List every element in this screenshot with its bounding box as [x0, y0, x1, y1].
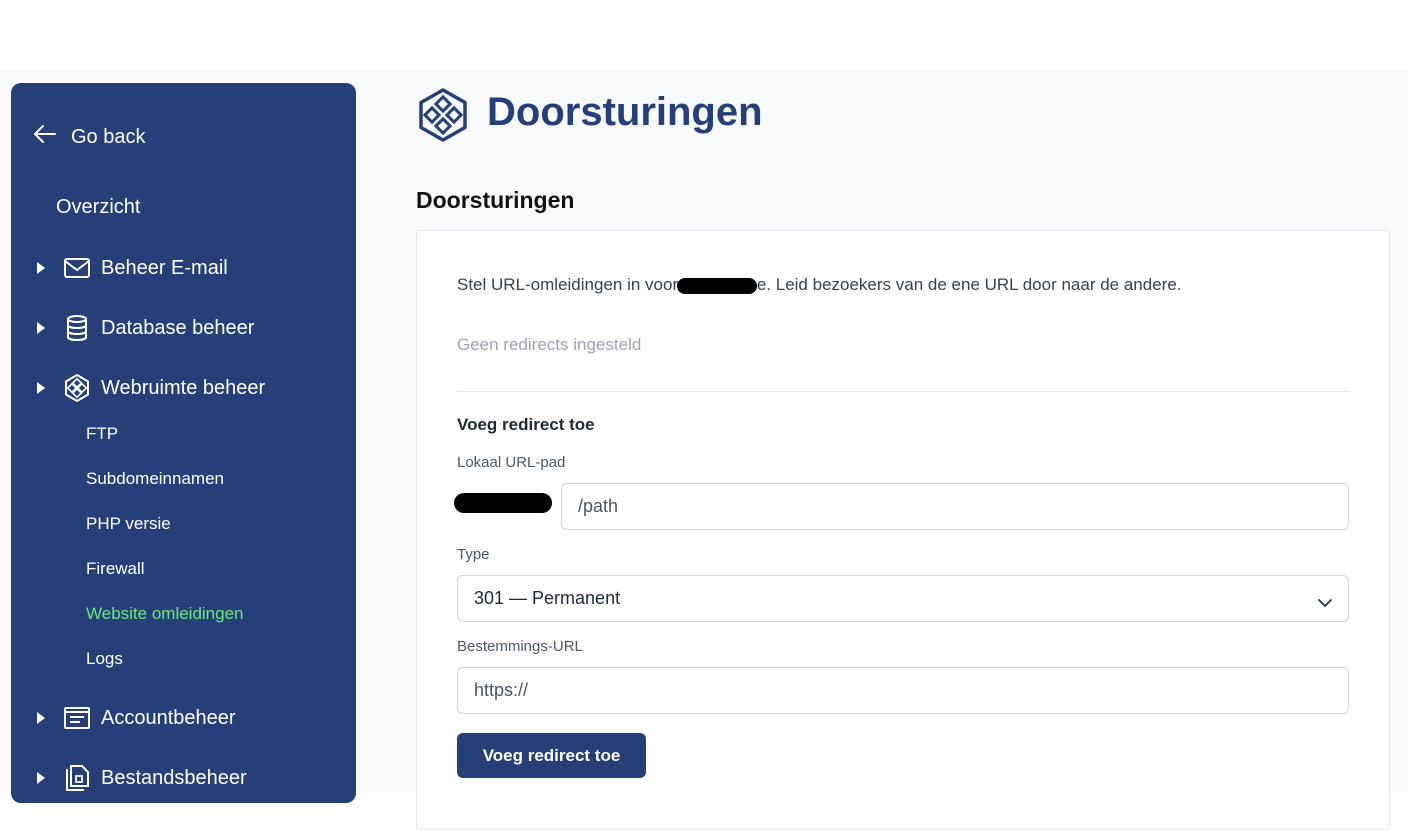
local-path-placeholder: /path: [578, 496, 619, 516]
sidebar-group-account[interactable]: Accountbeheer: [37, 703, 236, 733]
arrow-left-icon: [33, 124, 71, 150]
sidebar-group-webspace[interactable]: Webruimte beheer: [37, 373, 265, 403]
destination-url-input[interactable]: https://: [457, 667, 1349, 714]
sidebar-item-subdomeinnamen[interactable]: Subdomeinnamen: [86, 469, 224, 489]
chevron-down-icon: [1318, 592, 1332, 613]
mail-icon: [63, 254, 91, 282]
add-redirect-button[interactable]: Voeg redirect toe: [457, 733, 646, 778]
form-title: Voeg redirect toe: [457, 415, 595, 434]
caret-right-icon: [37, 322, 47, 334]
redacted-domain-prefix: [454, 493, 552, 513]
section-title: Doorsturingen: [416, 187, 575, 213]
sidebar-item-overzicht[interactable]: Overzicht: [56, 196, 140, 219]
destination-url-label: Bestemmings-URL: [457, 638, 583, 655]
files-icon: [63, 764, 91, 792]
caret-right-icon: [37, 772, 47, 784]
go-back-label: Go back: [71, 125, 146, 148]
sidebar-group-database[interactable]: Database beheer: [37, 313, 254, 343]
sidebar-item-ftp[interactable]: FTP: [86, 424, 118, 444]
sidebar-item-php-versie[interactable]: PHP versie: [86, 514, 171, 534]
sidebar-group-label: Beheer E-mail: [101, 256, 228, 279]
sidebar-group-label: Webruimte beheer: [101, 376, 266, 399]
sidebar-item-firewall[interactable]: Firewall: [86, 559, 145, 579]
redirect-type-select[interactable]: 301 — Permanent: [457, 575, 1349, 622]
type-label: Type: [457, 546, 490, 563]
database-icon: [63, 314, 91, 342]
sidebar-group-label: Bestandsbeheer: [101, 766, 247, 789]
sidebar-group-files[interactable]: Bestandsbeheer: [37, 763, 247, 793]
redirect-type-value: 301 — Permanent: [474, 588, 621, 608]
caret-right-icon: [37, 712, 47, 724]
intro-text-start: Stel URL-omleidingen in voor: [457, 275, 683, 294]
local-path-label: Lokaal URL-pad: [457, 454, 566, 471]
empty-state-text: Geen redirects ingesteld: [457, 335, 642, 354]
divider: [457, 391, 1350, 392]
sidebar-group-email[interactable]: Beheer E-mail: [37, 253, 228, 283]
sidebar-group-label: Database beheer: [101, 316, 255, 339]
sidebar-item-logs[interactable]: Logs: [86, 649, 123, 669]
caret-right-icon: [37, 382, 47, 394]
redirects-card: Stel URL-omleidingen in voor e. Leid bez…: [416, 230, 1390, 830]
sidebar: Go back Overzicht Beheer E-mail Database…: [11, 83, 356, 803]
destination-url-placeholder: https://: [474, 680, 529, 700]
redacted-domain: [676, 277, 757, 294]
page-title: Doorsturingen: [487, 90, 763, 134]
intro-text-end: e. Leid bezoekers van de ene URL door na…: [756, 275, 1182, 294]
account-icon: [63, 704, 91, 732]
go-back-link[interactable]: Go back: [33, 123, 145, 151]
sidebar-item-website-omleidingen[interactable]: Website omleidingen: [86, 604, 244, 624]
webspace-icon: [418, 88, 468, 142]
webspace-icon: [63, 374, 91, 402]
caret-right-icon: [37, 262, 47, 274]
top-bar: [0, 0, 1408, 70]
intro-text: Stel URL-omleidingen in voor e. Leid bez…: [457, 275, 1182, 295]
sidebar-group-label: Accountbeheer: [101, 706, 236, 729]
local-path-input[interactable]: /path: [561, 483, 1349, 530]
